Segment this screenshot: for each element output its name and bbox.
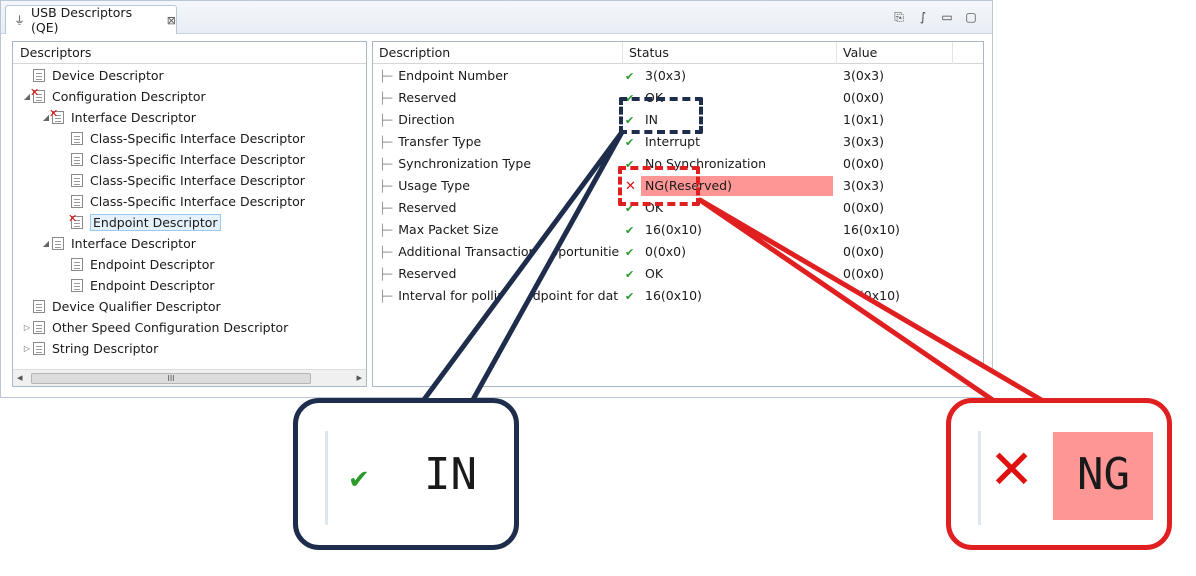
callout-in-pointer [417, 129, 625, 408]
callout-ng: ✕ NG [946, 398, 1172, 550]
callout-ng-pointer [697, 197, 1053, 408]
callout-in: ✔ IN [293, 398, 519, 550]
cross-icon: ✕ [989, 438, 1035, 501]
callout-in-text: IN [424, 449, 477, 500]
callout-ng-text: NG [1077, 449, 1130, 500]
checkmark-icon: ✔ [348, 465, 370, 495]
